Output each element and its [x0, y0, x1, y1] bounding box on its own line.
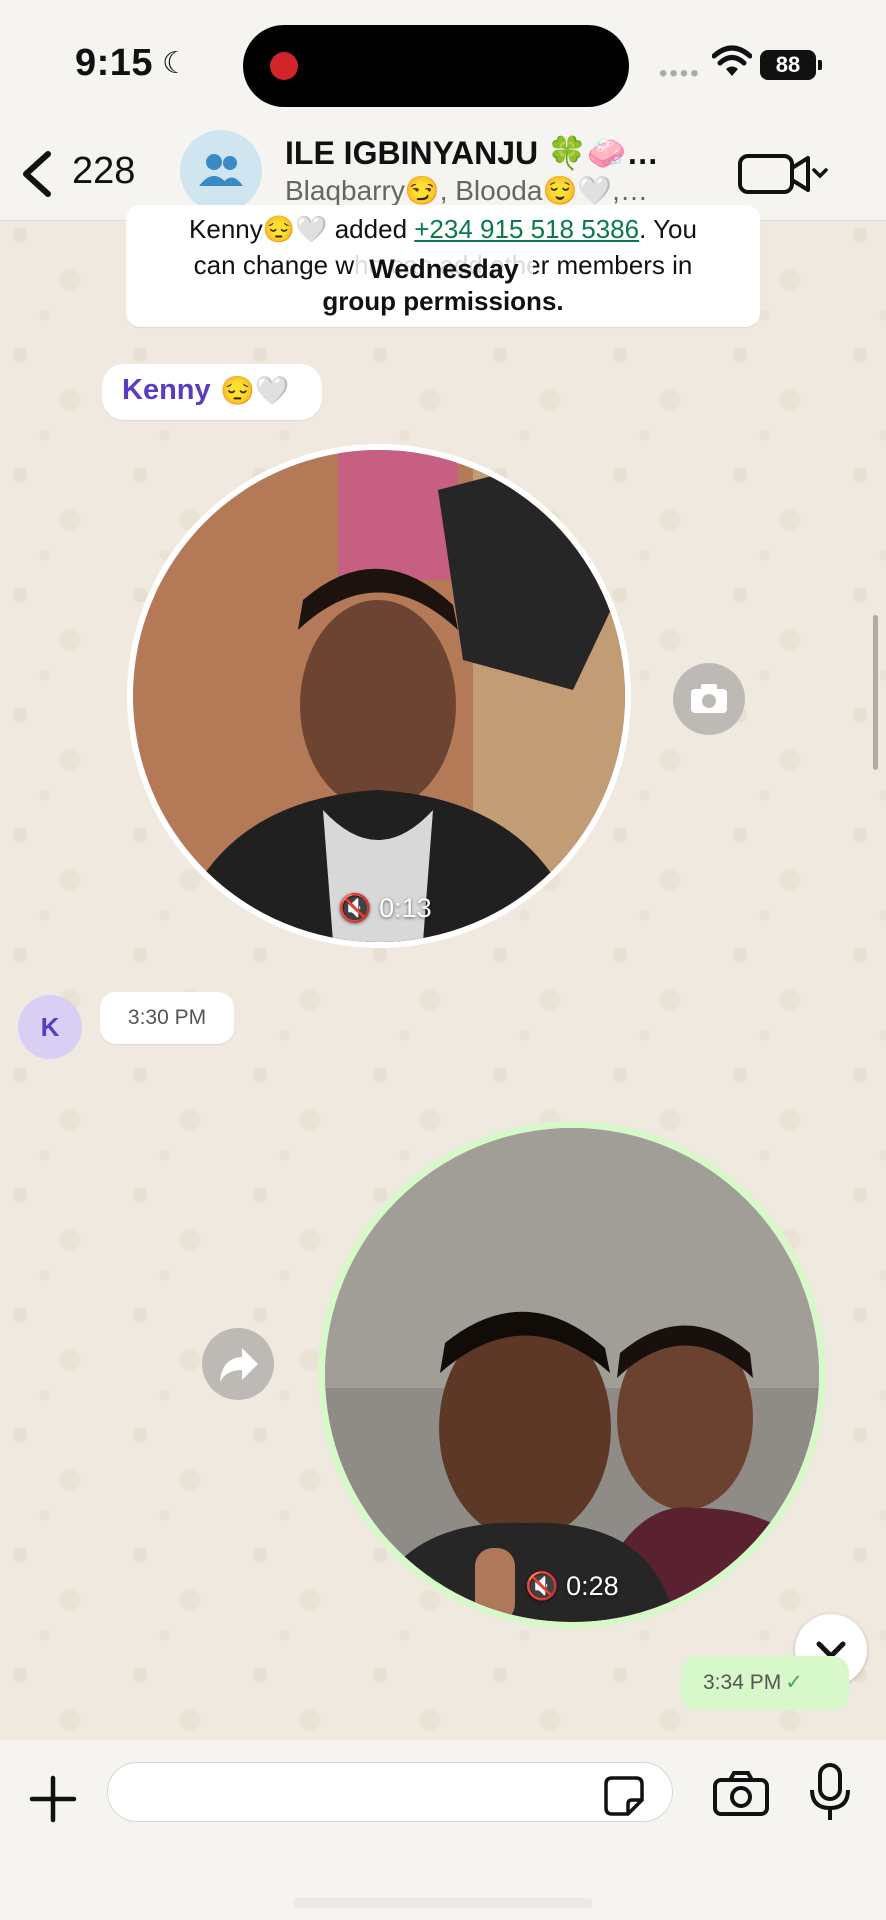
unread-count[interactable]: 228 — [72, 150, 135, 193]
wifi-icon — [712, 45, 752, 76]
signal-icon: •••• — [659, 60, 701, 87]
recording-dot-icon — [270, 52, 298, 80]
incoming-video-duration: 0:13 — [379, 893, 432, 923]
muted-speaker-icon: 🔇 — [338, 893, 372, 923]
plus-icon[interactable] — [24, 1770, 82, 1828]
outgoing-video-duration: 0:28 — [566, 1571, 619, 1601]
muted-speaker-icon: 🔇 — [525, 1571, 559, 1601]
system-message-suffix: . You — [639, 214, 697, 244]
outgoing-timestamp: 3:34 PM ✓ — [681, 1656, 849, 1710]
group-name[interactable]: ILE IGBINYANJU 🍀🧼… — [285, 134, 685, 172]
camera-shortcut-button[interactable] — [673, 663, 745, 735]
incoming-timestamp: 3:30 PM — [100, 992, 234, 1044]
forward-button[interactable] — [202, 1328, 274, 1400]
phone-link[interactable]: +234 915 518 5386 — [414, 214, 639, 244]
camera-icon[interactable] — [712, 1768, 770, 1818]
sender-avatar[interactable]: K — [18, 995, 82, 1059]
dynamic-island[interactable] — [243, 25, 629, 107]
video-call-icon[interactable] — [738, 150, 828, 198]
outgoing-time: 3:34 PM — [703, 1671, 782, 1694]
message-input[interactable] — [107, 1762, 673, 1822]
sender-emoji: 😔🤍 — [220, 375, 290, 406]
status-time: 9:15 — [75, 42, 154, 84]
camera-icon — [691, 684, 727, 713]
microphone-icon[interactable] — [808, 1762, 852, 1824]
composer-bar — [0, 1740, 886, 1920]
forward-arrow-icon — [220, 1348, 258, 1382]
group-members[interactable]: Blaqbarry😏, Blooda😌🤍,… — [285, 174, 685, 207]
sender-label[interactable]: Kenny 😔🤍 — [102, 364, 322, 420]
status-bar: 9:15 ☾ •••• 88 — [0, 0, 886, 130]
sender-name: Kenny — [122, 374, 211, 406]
home-indicator — [293, 1898, 593, 1908]
group-people-icon — [199, 154, 243, 186]
video-frame — [133, 450, 625, 942]
incoming-video-note[interactable]: 🔇 0:13 — [127, 444, 631, 948]
date-chip: Wednesday — [355, 248, 533, 290]
back-chevron-icon[interactable] — [14, 146, 64, 202]
sticker-icon[interactable] — [602, 1774, 646, 1818]
check-icon: ✓ — [785, 1671, 803, 1694]
battery-indicator: 88 — [760, 50, 822, 80]
system-message-prefix: Kenny😔🤍 added — [189, 214, 415, 244]
outgoing-video-note[interactable]: 🔇 0:28 — [318, 1121, 826, 1629]
scrollbar[interactable] — [873, 615, 878, 770]
moon-icon: ☾ — [162, 47, 189, 80]
group-avatar[interactable] — [180, 130, 262, 212]
video-frame — [325, 1128, 819, 1622]
